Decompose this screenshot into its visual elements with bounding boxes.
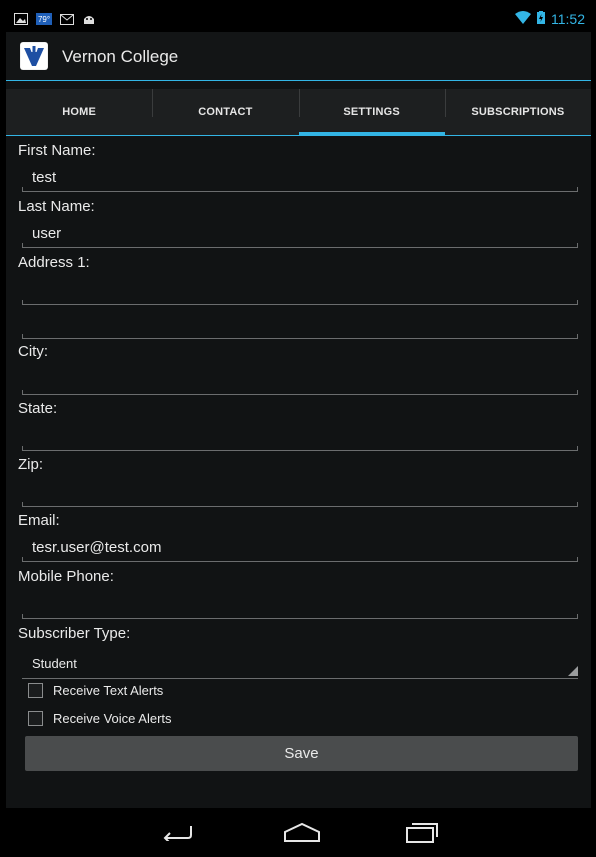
state-field[interactable] (22, 422, 578, 451)
mobile-phone-label: Mobile Phone: (18, 568, 114, 585)
status-bar: 79° 11:52 (6, 8, 591, 32)
voice-alerts-label: Receive Voice Alerts (53, 711, 172, 726)
recent-apps-icon[interactable] (402, 818, 442, 846)
email-field[interactable]: tesr.user@test.com (22, 533, 578, 562)
app-title: Vernon College (62, 47, 179, 66)
status-indicators: 11:52 (515, 11, 585, 27)
battery-icon (537, 11, 545, 27)
zip-field[interactable] (22, 478, 578, 507)
tab-contact[interactable]: CONTACT (152, 89, 298, 135)
action-bar: Vernon College (6, 32, 591, 81)
address1-label: Address 1: (18, 254, 90, 271)
address1-field[interactable] (22, 276, 578, 305)
email-label: Email: (18, 512, 60, 529)
tab-settings[interactable]: SETTINGS (298, 89, 446, 136)
navigation-bar (6, 808, 591, 856)
zip-label: Zip: (18, 456, 44, 473)
voice-alerts-checkbox-row[interactable]: Receive Voice Alerts (28, 711, 172, 726)
city-field[interactable] (22, 366, 578, 395)
gmail-icon (60, 13, 74, 25)
dropdown-arrow-icon (568, 666, 578, 676)
subscriber-type-label: Subscriber Type: (18, 625, 131, 642)
subscriber-type-value: Student (32, 656, 77, 671)
city-label: City: (18, 343, 48, 360)
last-name-field[interactable]: user (22, 219, 578, 248)
text-alerts-label: Receive Text Alerts (53, 683, 164, 698)
tab-subscriptions[interactable]: SUBSCRIPTIONS (444, 89, 591, 135)
wifi-icon (515, 11, 531, 27)
android-icon (82, 13, 96, 25)
app-screen: 79° 11:52 Vernon College HOME CONTACT SE… (6, 8, 591, 856)
text-alerts-checkbox[interactable] (28, 683, 43, 698)
voice-alerts-checkbox[interactable] (28, 711, 43, 726)
back-icon[interactable] (158, 818, 198, 846)
calendar-temp: 79° (37, 14, 51, 24)
image-icon (14, 13, 28, 25)
tab-bar: HOME CONTACT SETTINGS SUBSCRIPTIONS (6, 89, 591, 136)
calendar-icon: 79° (36, 13, 52, 25)
first-name-field[interactable]: test (22, 163, 578, 192)
home-icon[interactable] (282, 818, 322, 846)
last-name-value: user (32, 225, 62, 242)
state-label: State: (18, 400, 58, 417)
first-name-value: test (32, 169, 57, 186)
vernon-college-logo[interactable] (20, 42, 48, 70)
notification-icons: 79° (14, 13, 96, 25)
subscriber-type-dropdown[interactable]: Student (22, 648, 578, 679)
clock: 11:52 (551, 11, 585, 27)
first-name-label: First Name: (18, 142, 96, 159)
save-button[interactable]: Save (25, 736, 578, 771)
last-name-label: Last Name: (18, 198, 95, 215)
text-alerts-checkbox-row[interactable]: Receive Text Alerts (28, 683, 163, 698)
tab-home[interactable]: HOME (6, 89, 152, 135)
address2-field[interactable] (22, 310, 578, 339)
mobile-phone-field[interactable] (22, 590, 578, 619)
email-value: tesr.user@test.com (32, 539, 162, 556)
